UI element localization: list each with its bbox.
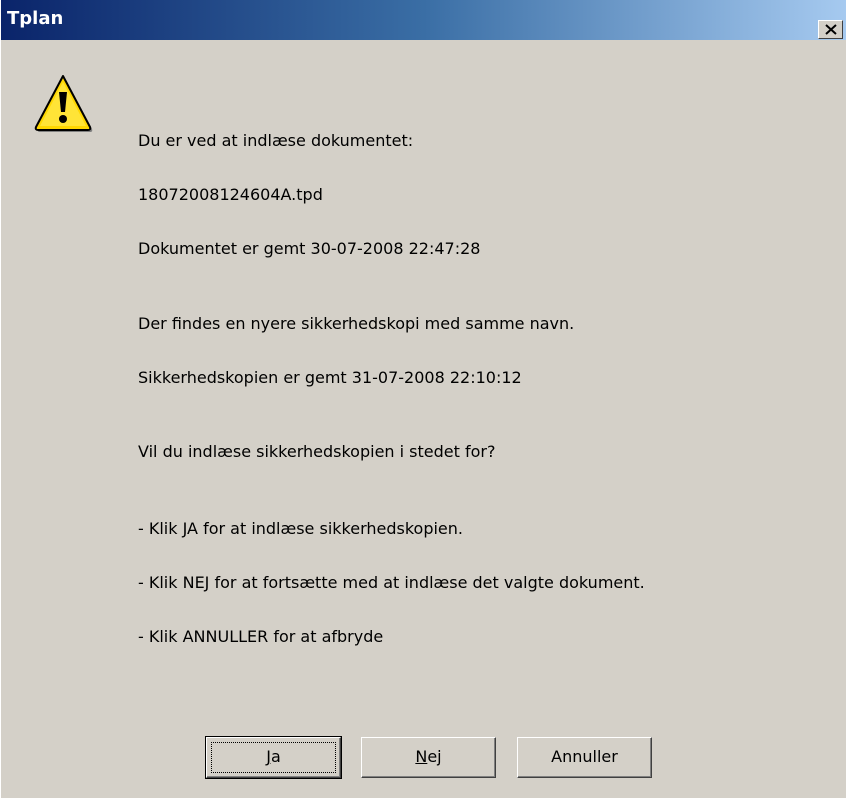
no-button-label: Nej xyxy=(415,747,441,766)
yes-button[interactable]: Ja xyxy=(205,736,342,779)
message-line-backup-exists: Der findes en nyere sikkerhedskopi med s… xyxy=(138,314,575,333)
message-line-intro: Du er ved at indlæse dokumentet: xyxy=(138,131,414,150)
close-icon xyxy=(825,24,837,35)
no-mnemonic: N xyxy=(415,747,428,766)
window-title: Tplan xyxy=(7,8,64,29)
message-line-yes-hint: - Klik JA for at indlæse sikkerhedskopie… xyxy=(138,519,463,538)
message-line-question: Vil du indlæse sikkerhedskopien i stedet… xyxy=(138,442,496,461)
warning-icon xyxy=(34,75,93,132)
message-line-filename: 18072008124604A.tpd xyxy=(138,185,323,204)
cancel-button-label: Annuller xyxy=(551,747,618,766)
title-bar[interactable]: Tplan xyxy=(1,0,846,40)
message-line-no-hint: - Klik NEJ for at fortsætte med at indlæ… xyxy=(138,573,645,592)
close-button[interactable] xyxy=(818,20,843,39)
message-dialog: Tplan Du er ved at indlæse dokumentet: 1… xyxy=(0,0,846,798)
message-line-saved-date: Dokumentet er gemt 30-07-2008 22:47:28 xyxy=(138,239,481,258)
message-line-cancel-hint: - Klik ANNULLER for at afbryde xyxy=(138,627,384,646)
no-label-rest: ej xyxy=(427,747,442,766)
no-button[interactable]: Nej xyxy=(361,737,496,778)
message-line-backup-date: Sikkerhedskopien er gemt 31-07-2008 22:1… xyxy=(138,368,522,387)
cancel-button[interactable]: Annuller xyxy=(517,737,652,778)
yes-label-rest: a xyxy=(270,747,281,766)
yes-button-label: Ja xyxy=(266,747,281,766)
